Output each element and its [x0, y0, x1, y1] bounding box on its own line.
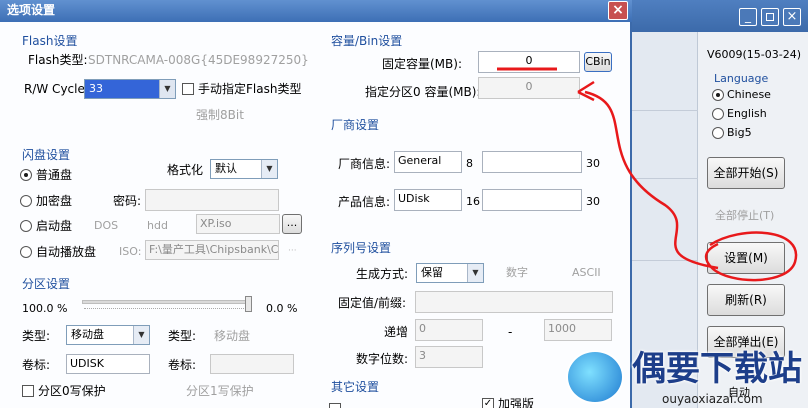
annotation-overlay [497, 67, 798, 282]
annotation-circle [704, 231, 798, 282]
watermark-logo-icon [566, 350, 624, 404]
watermark-url: ouyaoxiazai.com [662, 392, 763, 406]
annotation-arrow-line [584, 90, 719, 270]
watermark-name: 偶要下载站 [632, 349, 802, 389]
